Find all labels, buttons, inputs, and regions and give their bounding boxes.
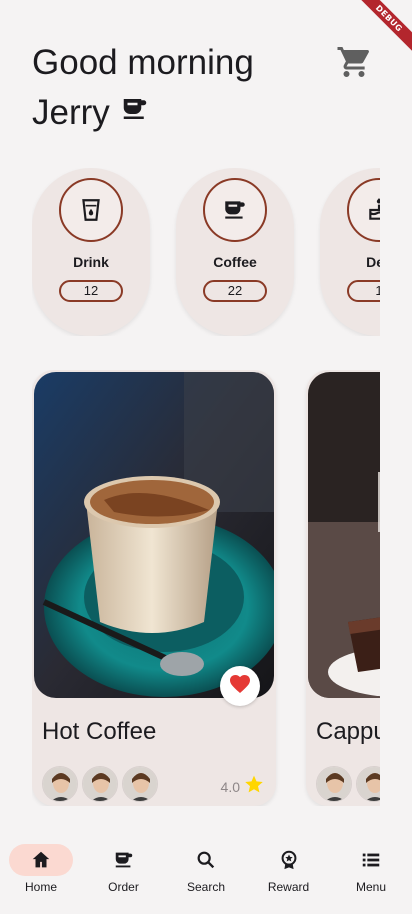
favorite-button[interactable] (220, 666, 260, 706)
rating-value: 4.0 (220, 778, 240, 795)
product-name: Hot Coffee (42, 718, 157, 745)
nav-label: Menu (355, 880, 387, 894)
coffee-cup-icon (120, 88, 150, 138)
product-card[interactable]: Hot Coffee 4.0 (32, 370, 276, 806)
user-name-row: Jerry (32, 88, 382, 138)
category-label: Coffee (213, 254, 257, 270)
star-icon (244, 774, 264, 799)
cake-icon (347, 178, 380, 242)
nav-label: Order (108, 880, 139, 894)
product-name: Cappu (316, 718, 380, 745)
avatar (82, 766, 118, 802)
category-card-drink[interactable]: Drink 12 (32, 168, 150, 336)
category-count: 12 (59, 280, 123, 302)
home-icon (9, 844, 73, 876)
nav-item-home[interactable]: Home (0, 834, 82, 914)
search-icon (174, 844, 238, 876)
coffee-cup-icon (203, 178, 267, 242)
list-icon (339, 844, 403, 876)
nav-label: Reward (267, 880, 310, 894)
product-image (34, 372, 274, 698)
category-carousel[interactable]: Drink 12 Coffee 22 Des 1 (32, 168, 380, 336)
category-label: Drink (73, 254, 109, 270)
avatar-group (42, 766, 158, 802)
category-count: 22 (203, 280, 267, 302)
nav-item-menu[interactable]: Menu (330, 834, 412, 914)
debug-banner: DEBUG (352, 0, 412, 60)
glass-water-icon (59, 178, 123, 242)
category-card-coffee[interactable]: Coffee 22 (176, 168, 294, 336)
greeting-text: Good morning (32, 43, 254, 82)
bottom-navigation: Home Order Search Reward Menu (0, 834, 412, 914)
category-label: Des (366, 254, 380, 270)
avatar (316, 766, 352, 802)
nav-label: Home (24, 880, 57, 894)
badge-icon (257, 844, 321, 876)
category-count: 1 (347, 280, 380, 302)
coffee-cup-icon (92, 844, 156, 876)
nav-label: Search (186, 880, 226, 894)
avatar-group (316, 766, 380, 802)
product-carousel[interactable]: Hot Coffee 4.0 Cappu (32, 370, 380, 806)
avatar (356, 766, 380, 802)
user-name: Jerry (32, 93, 110, 132)
header: Good morning Jerry (32, 38, 382, 138)
category-card-dessert[interactable]: Des 1 (320, 168, 380, 336)
avatar (122, 766, 158, 802)
heart-icon (228, 672, 252, 701)
nav-item-order[interactable]: Order (83, 834, 165, 914)
product-image (308, 372, 380, 698)
nav-item-reward[interactable]: Reward (248, 834, 330, 914)
nav-item-search[interactable]: Search (165, 834, 247, 914)
rating: 4.0 (221, 774, 264, 799)
avatar (42, 766, 78, 802)
product-card[interactable]: Cappu (306, 370, 380, 806)
